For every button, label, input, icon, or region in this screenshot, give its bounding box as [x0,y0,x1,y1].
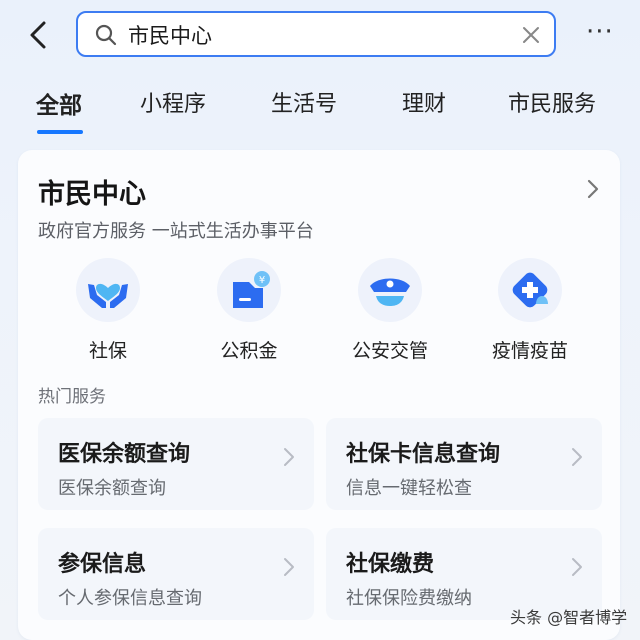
hands-heart-icon [76,258,140,322]
clear-icon[interactable] [520,24,542,46]
hot-service-title: 参保信息 [58,552,147,577]
tab-bar: 全部 小程序 生活号 理财 市民服务 [0,78,640,134]
hot-services-title: 热门服务 [38,387,106,407]
card-subtitle: 政府官方服务 一站式生活办事平台 [38,221,314,242]
search-box[interactable] [76,11,556,57]
card-title[interactable]: 市民中心 [38,172,146,211]
citizen-center-card: 市民中心 政府官方服务 一站式生活办事平台 社保 ¥ 公积金 公安交管 疫情疫苗… [18,150,620,640]
svg-text:¥: ¥ [259,275,265,286]
yuan-badge-icon: ¥ [217,258,281,322]
hot-service-desc: 社保保险费缴纳 [346,588,472,609]
tab-mini-programs[interactable]: 小程序 [140,86,206,118]
hot-service-medical-balance[interactable]: 医保余额查询 医保余额查询 [38,418,314,510]
chevron-right-icon [572,558,582,576]
hot-service-title: 社保卡信息查询 [346,442,501,467]
tab-citizen-services[interactable]: 市民服务 [508,86,596,118]
service-epidemic-vaccine[interactable]: 疫情疫苗 [470,258,590,368]
hot-service-title: 社保缴费 [346,552,435,577]
service-social-security[interactable]: 社保 [48,258,168,368]
service-label: 公安交管 [351,340,428,362]
tab-finance[interactable]: 理财 [402,86,446,118]
tab-all[interactable]: 全部 [36,86,82,120]
back-arrow-icon[interactable] [22,18,56,52]
hot-service-insurance-info[interactable]: 参保信息 个人参保信息查询 [38,528,314,620]
service-housing-fund[interactable]: ¥ 公积金 [189,258,309,368]
service-label: 公积金 [220,340,278,362]
hot-service-desc: 医保余额查询 [58,478,166,499]
active-tab-indicator [37,130,83,134]
chevron-right-icon [284,558,294,576]
chevron-right-icon [284,448,294,466]
hot-service-title: 医保余额查询 [58,442,191,467]
tab-life-accounts[interactable]: 生活号 [271,86,337,118]
hot-service-desc: 个人参保信息查询 [58,588,202,609]
top-bar: ··· [0,0,640,72]
service-label: 社保 [88,340,127,362]
service-traffic-police[interactable]: 公安交管 [330,258,450,368]
chevron-right-icon[interactable] [583,177,603,201]
service-label: 疫情疫苗 [491,340,568,362]
watermark: 头条 @智者博学 [510,608,628,627]
chevron-right-icon [572,448,582,466]
more-options-icon[interactable]: ··· [586,19,614,50]
search-icon [95,24,117,46]
vaccine-plus-icon [498,258,562,322]
hot-service-desc: 信息一键轻松查 [346,478,472,499]
hot-service-card-info[interactable]: 社保卡信息查询 信息一键轻松查 [326,418,602,510]
police-cap-icon [358,258,422,322]
search-input[interactable] [128,19,488,51]
